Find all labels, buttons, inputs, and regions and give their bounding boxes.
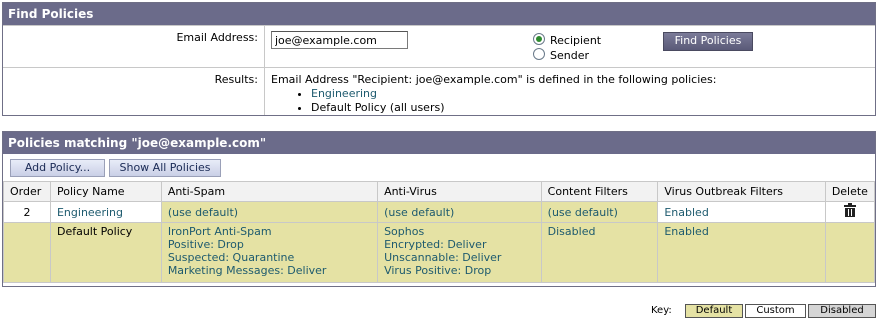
trash-icon[interactable] bbox=[843, 202, 856, 217]
policies-matching-panel: Policies matching "joe@example.com" Add … bbox=[2, 131, 876, 287]
results-item-default: Default Policy (all users) bbox=[311, 101, 716, 115]
recipient-radio[interactable] bbox=[533, 33, 545, 45]
engineering-link[interactable]: Engineering bbox=[311, 87, 377, 100]
table-row: Default Policy IronPort Anti-Spam Positi… bbox=[3, 222, 876, 283]
anti-virus-cell[interactable]: Sophos Encrypted: Deliver Unscannable: D… bbox=[377, 222, 542, 283]
email-field[interactable] bbox=[271, 31, 408, 49]
results-item-engineering: Engineering bbox=[311, 87, 716, 101]
virus-outbreak-link[interactable]: Enabled bbox=[664, 225, 708, 238]
delete-cell bbox=[824, 222, 876, 283]
anti-virus-cell: (use default) bbox=[377, 201, 542, 223]
col-delete: Delete bbox=[824, 181, 876, 202]
recipient-label: Recipient bbox=[550, 34, 602, 47]
add-policy-button[interactable]: Add Policy... bbox=[10, 159, 105, 177]
col-content-filters: Content Filters bbox=[540, 181, 659, 202]
results-row: Results: Email Address "Recipient: joe@e… bbox=[3, 67, 875, 115]
anti-spam-marketing: Marketing Messages: Deliver bbox=[167, 264, 327, 277]
content-filters-link[interactable]: Disabled bbox=[548, 225, 596, 238]
anti-spam-suspected: Suspected: Quarantine bbox=[167, 251, 295, 264]
results-list: Engineering Default Policy (all users) bbox=[271, 87, 716, 115]
key-custom: Custom bbox=[745, 304, 806, 318]
order-cell bbox=[3, 222, 51, 283]
anti-spam-engine[interactable]: IronPort Anti-Spam bbox=[168, 225, 371, 238]
col-virus-outbreak: Virus Outbreak Filters bbox=[657, 181, 826, 202]
anti-spam-positive: Positive: Drop bbox=[167, 238, 244, 251]
col-anti-spam: Anti-Spam bbox=[160, 181, 379, 202]
table-header-row: Order Policy Name Anti-Spam Anti-Virus C… bbox=[3, 181, 876, 202]
email-label: Email Address: bbox=[3, 26, 265, 67]
email-row: Email Address: Recipient Sender Find Pol… bbox=[3, 25, 875, 67]
key-disabled: Disabled bbox=[808, 304, 876, 318]
content-filters-cell: (use default) bbox=[540, 201, 659, 223]
anti-virus-encrypted: Encrypted: Deliver bbox=[384, 238, 487, 251]
anti-virus-unscannable: Unscannable: Deliver bbox=[384, 251, 502, 264]
anti-virus-engine[interactable]: Sophos bbox=[384, 225, 535, 238]
col-anti-virus: Anti-Virus bbox=[377, 181, 542, 202]
policies-title: Policies matching "joe@example.com" bbox=[3, 132, 875, 154]
col-policy-name: Policy Name bbox=[49, 181, 162, 202]
content-filters-link[interactable]: (use default) bbox=[548, 206, 618, 219]
results-label: Results: bbox=[3, 68, 265, 115]
virus-outbreak-link[interactable]: Enabled bbox=[664, 206, 708, 219]
table-row: 2 Engineering (use default) (use default… bbox=[3, 201, 876, 223]
key-label: Key: bbox=[651, 305, 672, 316]
find-policies-panel: Find Policies Email Address: Recipient S… bbox=[2, 2, 876, 116]
anti-virus-positive: Virus Positive: Drop bbox=[384, 264, 492, 277]
anti-spam-link[interactable]: (use default) bbox=[168, 206, 238, 219]
content-filters-cell: Disabled bbox=[540, 222, 659, 283]
find-policies-title: Find Policies bbox=[3, 3, 875, 25]
anti-spam-cell[interactable]: IronPort Anti-Spam Positive: Drop Suspec… bbox=[160, 222, 379, 283]
policies-toolbar: Add Policy... Show All Policies bbox=[3, 155, 875, 177]
policy-name-cell: Default Policy bbox=[49, 222, 162, 283]
anti-spam-cell: (use default) bbox=[160, 201, 379, 223]
sender-radio[interactable] bbox=[533, 48, 545, 60]
anti-virus-link[interactable]: (use default) bbox=[384, 206, 454, 219]
results-content: Email Address "Recipient: joe@example.co… bbox=[271, 73, 716, 115]
virus-outbreak-cell: Enabled bbox=[657, 222, 826, 283]
virus-outbreak-cell: Enabled bbox=[657, 201, 826, 223]
results-text: Email Address "Recipient: joe@example.co… bbox=[271, 73, 717, 86]
find-policies-button[interactable]: Find Policies bbox=[663, 32, 753, 51]
policy-name-cell: Engineering bbox=[49, 201, 162, 223]
policies-table: Order Policy Name Anti-Spam Anti-Virus C… bbox=[3, 181, 876, 283]
show-all-policies-button[interactable]: Show All Policies bbox=[109, 159, 221, 177]
order-cell: 2 bbox=[3, 201, 51, 223]
col-order: Order bbox=[3, 181, 51, 202]
key-default: Default bbox=[685, 304, 743, 318]
engineering-policy-link[interactable]: Engineering bbox=[57, 206, 123, 219]
delete-cell bbox=[824, 201, 876, 223]
sender-label: Sender bbox=[550, 49, 589, 62]
